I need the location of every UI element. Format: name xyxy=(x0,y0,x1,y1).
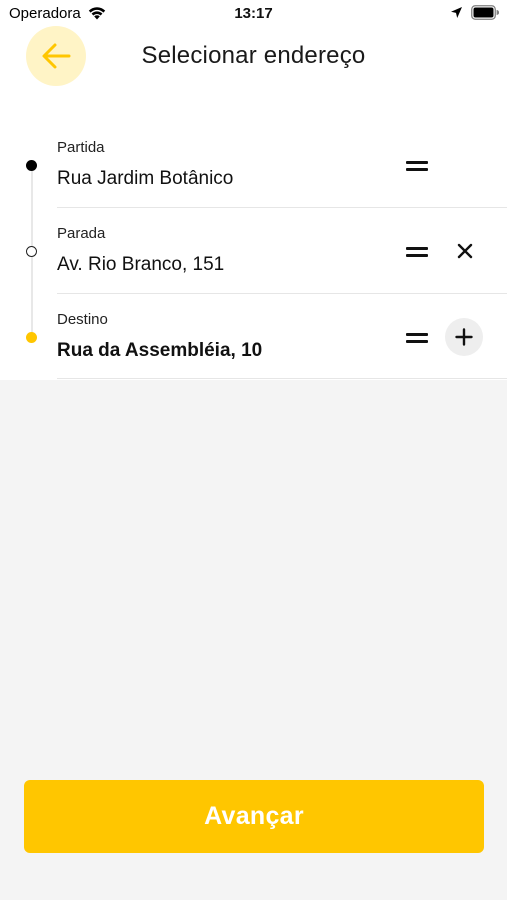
page-title: Selecionar endereço xyxy=(141,42,366,69)
add-stop-button[interactable] xyxy=(445,318,483,356)
origin-address-row[interactable]: Partida Rua Jardim Botânico xyxy=(57,122,507,208)
stop-marker xyxy=(26,246,37,257)
stop-address-row[interactable]: Parada Av. Rio Branco, 151 xyxy=(57,208,507,294)
drag-handle-icon[interactable] xyxy=(406,160,428,172)
stop-label: Parada xyxy=(57,225,106,242)
status-bar: Operadora 13:17 xyxy=(0,0,507,28)
stop-address[interactable]: Av. Rio Branco, 151 xyxy=(57,254,224,276)
close-icon xyxy=(457,243,473,259)
drag-handle-icon[interactable] xyxy=(406,246,428,258)
origin-label: Partida xyxy=(57,139,105,156)
drag-handle-icon[interactable] xyxy=(406,332,428,344)
battery-icon xyxy=(471,5,499,20)
location-icon xyxy=(451,7,462,18)
clock: 13:17 xyxy=(234,5,273,22)
destination-label: Destino xyxy=(57,311,108,328)
remove-stop-button[interactable] xyxy=(447,233,483,269)
destination-marker xyxy=(26,332,37,343)
destination-address-row[interactable]: Destino Rua da Assembléia, 10 xyxy=(57,294,507,379)
advance-button[interactable]: Avançar xyxy=(24,780,484,853)
origin-address[interactable]: Rua Jardim Botânico xyxy=(57,168,233,190)
destination-address[interactable]: Rua da Assembléia, 10 xyxy=(57,340,262,362)
plus-icon xyxy=(455,328,473,346)
origin-marker xyxy=(26,160,37,171)
